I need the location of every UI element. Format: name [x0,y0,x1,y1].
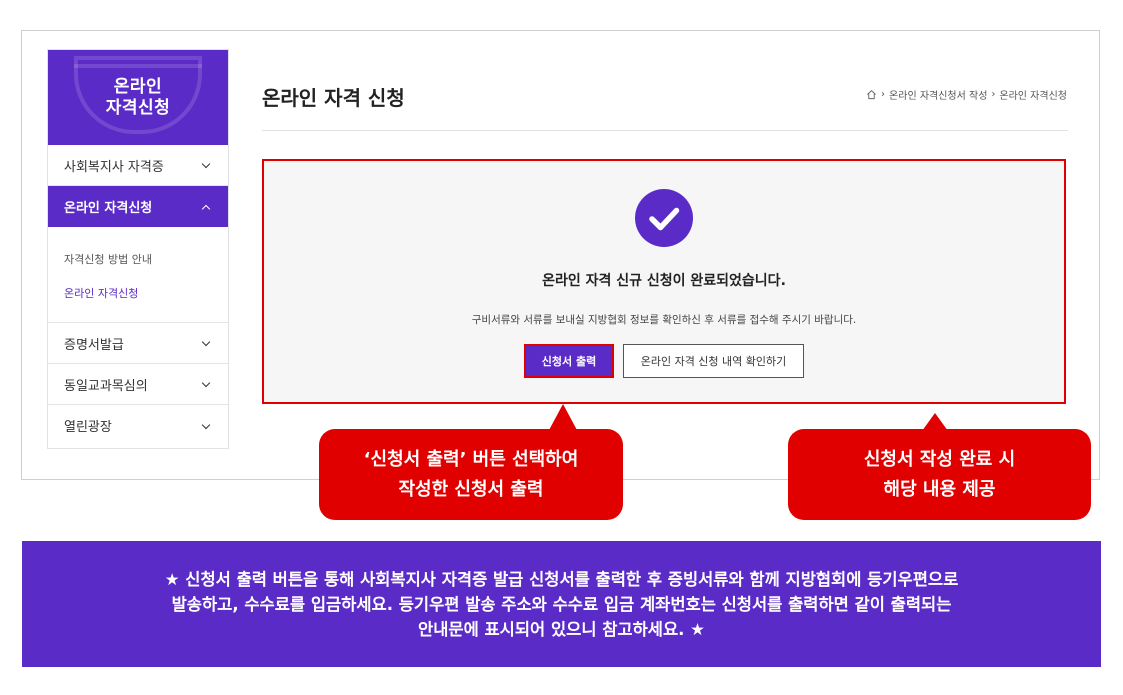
checkmark-icon [649,207,680,231]
chevron-down-icon [202,422,210,430]
breadcrumb: › 온라인 자격신청서 작성 › 온라인 자격신청 [866,87,1067,102]
sidebar-title: 온라인 자격신청 [106,77,171,119]
chevron-down-icon [202,380,210,388]
action-buttons: 신청서 출력 온라인 자격 신청 내역 확인하기 [264,344,1064,378]
sidebar-item-certificate[interactable]: 증명서발급 [48,323,228,364]
check-circle-icon [635,189,693,247]
sidebar-item-label: 온라인 자격신청 [64,201,153,216]
breadcrumb-separator: › [991,89,996,100]
notice-banner: ★ 신청서 출력 버튼을 통해 사회복지사 자격증 발급 신청서를 출력한 후 … [22,541,1101,667]
chevron-down-icon [202,161,210,169]
callout-text: 작성한 신청서 출력 [398,478,544,500]
home-icon[interactable] [866,89,877,100]
sidebar-item-label: 동일교과목심의 [64,378,148,394]
sidebar-item-social-worker-license[interactable]: 사회복지사 자격증 [48,145,228,186]
callout-completion-guide: 신청서 작성 완료 시 해당 내용 제공 [788,429,1091,520]
sidebar-submenu: 자격신청 방법 안내 온라인 자격신청 [48,227,228,323]
notice-text: 안내문에 표시되어 있으니 참고하세요. ★ [418,619,705,639]
sidebar-title-line2: 자격신청 [105,97,171,118]
notice-text: 발송하고, 수수료를 입금하세요. 등기우편 발송 주소와 수수료 입금 계좌번… [171,594,952,614]
sidebar-item-label: 증명서발급 [64,337,124,353]
submenu-item-online-application[interactable]: 온라인 자격신청 [64,285,228,303]
completion-panel: 온라인 자격 신규 신청이 완료되었습니다. 구비서류와 서류를 보내실 지방협… [262,159,1066,404]
chevron-down-icon [202,339,210,347]
callout-print-guide: ‘신청서 출력’ 버튼 선택하여 작성한 신청서 출력 [319,429,623,520]
completion-message: 온라인 자격 신규 신청이 완료되었습니다. [542,273,786,289]
sidebar-item-course-review[interactable]: 동일교과목심의 [48,364,228,405]
sidebar-item-online-application[interactable]: 온라인 자격신청 [48,186,228,227]
sidebar-item-label: 사회복지사 자격증 [64,159,164,175]
page-title: 온라인 자격 신청 [262,86,405,110]
notice-text: ★ 신청서 출력 버튼을 통해 사회복지사 자격증 발급 신청서를 출력한 후 … [164,569,959,589]
breadcrumb-item[interactable]: 온라인 자격신청서 작성 [889,87,987,102]
sidebar-title-line1: 온라인 [113,76,163,97]
view-application-history-button[interactable]: 온라인 자격 신청 내역 확인하기 [623,344,804,378]
callout-text: 해당 내용 제공 [883,478,996,500]
callout-pointer [548,404,578,432]
callout-text: ‘신청서 출력’ 버튼 선택하여 [363,448,579,470]
print-application-button[interactable]: 신청서 출력 [524,344,614,378]
title-divider [262,130,1068,131]
callout-text: 신청서 작성 완료 시 [863,448,1016,470]
completion-instructions: 구비서류와 서류를 보내실 지방협회 정보를 확인하신 후 서류를 접수해 주시… [471,314,857,326]
breadcrumb-separator: › [881,89,886,100]
sidebar: 온라인 자격신청 사회복지사 자격증 온라인 자격신청 자격신청 방법 안내 온… [47,49,229,449]
breadcrumb-item-current: 온라인 자격신청 [999,91,1067,102]
sidebar-item-label: 열린광장 [64,420,112,435]
submenu-item-guide[interactable]: 자격신청 방법 안내 [64,251,228,269]
chevron-up-icon [202,203,210,211]
sidebar-header: 온라인 자격신청 [48,50,228,145]
sidebar-item-open-forum[interactable]: 열린광장 [48,405,228,446]
